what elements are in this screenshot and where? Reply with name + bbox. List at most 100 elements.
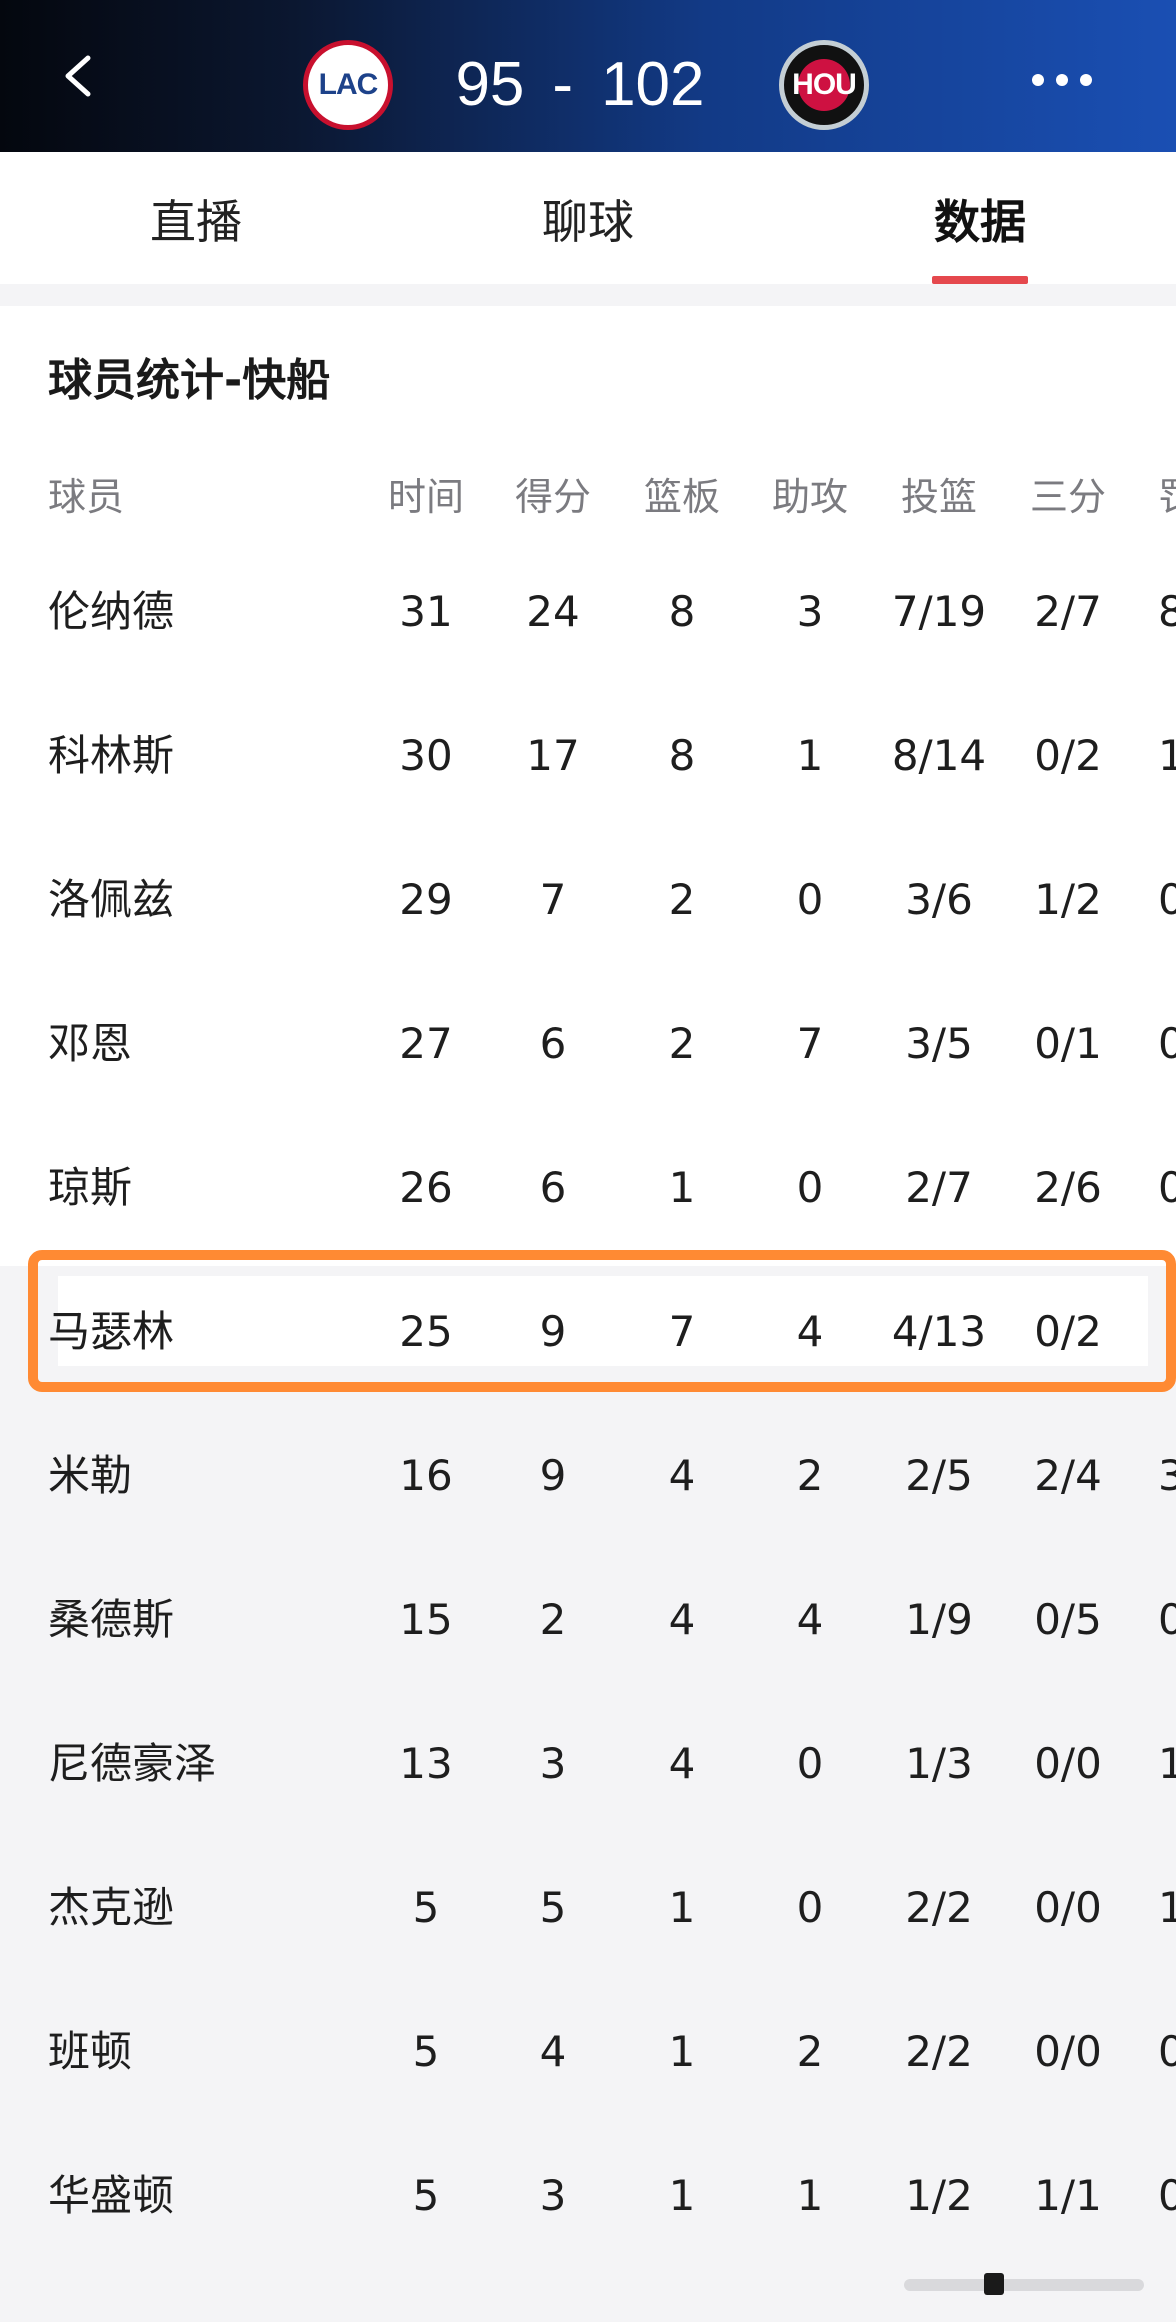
stat-points: 17 — [526, 731, 580, 780]
stat-free-throws: 0 — [1158, 2027, 1176, 2076]
stat-free-throws: 0 — [1158, 1595, 1176, 1644]
stat-field-goals: 2/2 — [905, 2027, 973, 2076]
score-separator: - — [552, 49, 574, 119]
player-name[interactable]: 杰克逊 — [48, 1836, 308, 1980]
table-row[interactable]: 米勒 16 9 4 2 2/5 2/4 3 — [0, 1404, 1176, 1548]
player-name[interactable]: 米勒 — [48, 1404, 308, 1548]
player-name[interactable]: 华盛顿 — [48, 2124, 308, 2268]
stat-minutes: 25 — [399, 1307, 453, 1356]
stat-free-throws: 3 — [1158, 1451, 1176, 1500]
table-row[interactable]: 班顿 5 4 1 2 2/2 0/0 0 — [0, 1980, 1176, 2124]
stat-rebounds: 1 — [668, 2171, 696, 2220]
table-row[interactable]: 科林斯 30 17 8 1 8/14 0/2 1 — [0, 684, 1176, 828]
away-team-abbr: HOU — [792, 68, 857, 101]
stat-minutes: 29 — [399, 875, 453, 924]
stat-rebounds: 1 — [668, 1883, 696, 1932]
stat-points: 6 — [539, 1163, 567, 1212]
stat-three-pointers: 2/4 — [1034, 1451, 1102, 1500]
stat-assists: 7 — [796, 1019, 824, 1068]
stat-field-goals: 8/14 — [891, 731, 987, 780]
player-name[interactable]: 伦纳德 — [48, 540, 308, 684]
scoreboard: 95 - 102 — [430, 44, 730, 124]
table-row[interactable]: 马瑟林 25 9 7 4 4/13 0/2 — [0, 1260, 1176, 1404]
table-row[interactable]: 杰克逊 5 5 1 0 2/2 0/0 1 — [0, 1836, 1176, 1980]
stat-assists: 0 — [796, 1883, 824, 1932]
stat-three-pointers: 0/0 — [1034, 2027, 1102, 2076]
tab-bar: 直播 聊球 数据 — [0, 152, 1176, 284]
stat-assists: 4 — [796, 1307, 824, 1356]
away-team-logo[interactable]: HOU — [779, 40, 869, 130]
stat-minutes: 30 — [399, 731, 453, 780]
stat-minutes: 26 — [399, 1163, 453, 1212]
more-options-icon[interactable] — [1030, 72, 1094, 88]
stat-rebounds: 1 — [668, 2027, 696, 2076]
away-score: 102 — [601, 49, 705, 119]
stat-assists: 0 — [796, 1163, 824, 1212]
stat-field-goals: 2/5 — [905, 1451, 973, 1500]
stat-free-throws: 1 — [1158, 1883, 1176, 1932]
tab-stats[interactable]: 数据 — [860, 186, 1100, 252]
stat-three-pointers: 0/0 — [1034, 1883, 1102, 1932]
table-row[interactable]: 桑德斯 15 2 4 4 1/9 0/5 0 — [0, 1548, 1176, 1692]
back-arrow-icon[interactable] — [58, 54, 102, 98]
section-gap — [0, 284, 1176, 308]
stat-three-pointers: 0/2 — [1034, 1307, 1102, 1356]
stat-rebounds: 1 — [668, 1163, 696, 1212]
stat-rebounds: 4 — [668, 1595, 696, 1644]
stat-rebounds: 8 — [668, 587, 696, 636]
stat-assists: 0 — [796, 1739, 824, 1788]
home-indicator-icon — [904, 2273, 1144, 2295]
stat-minutes: 5 — [412, 2027, 440, 2076]
stat-free-throws: 0 — [1158, 1019, 1176, 1068]
stat-field-goals: 1/3 — [905, 1739, 973, 1788]
stat-rebounds: 2 — [668, 1019, 696, 1068]
stat-three-pointers: 1/1 — [1034, 2171, 1102, 2220]
stat-free-throws: 0 — [1158, 875, 1176, 924]
stat-points: 4 — [539, 2027, 567, 2076]
tab-chat[interactable]: 聊球 — [468, 186, 708, 252]
player-name[interactable]: 邓恩 — [48, 972, 308, 1116]
player-name[interactable]: 琼斯 — [48, 1116, 308, 1260]
stat-points: 3 — [539, 1739, 567, 1788]
stat-field-goals: 2/2 — [905, 1883, 973, 1932]
home-team-logo[interactable]: LAC — [303, 40, 393, 130]
player-name[interactable]: 马瑟林 — [48, 1260, 308, 1404]
stat-assists: 3 — [796, 587, 824, 636]
table-row[interactable]: 邓恩 27 6 2 7 3/5 0/1 0 — [0, 972, 1176, 1116]
stat-points: 5 — [539, 1883, 567, 1932]
tab-live[interactable]: 直播 — [76, 186, 316, 252]
stat-free-throws — [1158, 1260, 1176, 1404]
stat-assists: 0 — [796, 875, 824, 924]
table-row[interactable]: 洛佩兹 29 7 2 0 3/6 1/2 0 — [0, 828, 1176, 972]
game-header: LAC 95 - 102 HOU — [0, 0, 1176, 152]
stat-field-goals: 1/9 — [905, 1595, 973, 1644]
stat-minutes: 5 — [412, 2171, 440, 2220]
stat-three-pointers: 0/1 — [1034, 1019, 1102, 1068]
stat-three-pointers: 0/5 — [1034, 1595, 1102, 1644]
home-score: 95 — [455, 49, 525, 119]
stat-minutes: 27 — [399, 1019, 453, 1068]
stat-rebounds: 4 — [668, 1739, 696, 1788]
table-row[interactable]: 伦纳德 31 24 8 3 7/19 2/7 8 — [0, 540, 1176, 684]
stat-three-pointers: 0/0 — [1034, 1739, 1102, 1788]
player-name[interactable]: 班顿 — [48, 1980, 308, 2124]
table-row[interactable]: 琼斯 26 6 1 0 2/7 2/6 0 — [0, 1116, 1176, 1260]
table-row[interactable]: 华盛顿 5 3 1 1 1/2 1/1 0 — [0, 2124, 1176, 2268]
active-tab-indicator — [932, 276, 1028, 284]
stat-minutes: 5 — [412, 1883, 440, 1932]
stat-minutes: 16 — [399, 1451, 453, 1500]
stat-assists: 1 — [796, 2171, 824, 2220]
stat-three-pointers: 1/2 — [1034, 875, 1102, 924]
stat-field-goals: 2/7 — [905, 1163, 973, 1212]
player-name[interactable]: 洛佩兹 — [48, 828, 308, 972]
table-row[interactable]: 尼德豪泽 13 3 4 0 1/3 0/0 1 — [0, 1692, 1176, 1836]
player-name[interactable]: 科林斯 — [48, 684, 308, 828]
stat-free-throws: 8 — [1158, 587, 1176, 636]
stat-assists: 1 — [796, 731, 824, 780]
stat-points: 6 — [539, 1019, 567, 1068]
stat-rebounds: 2 — [668, 875, 696, 924]
stat-points: 24 — [526, 587, 580, 636]
player-name[interactable]: 尼德豪泽 — [48, 1692, 308, 1836]
stat-points: 2 — [539, 1595, 567, 1644]
player-name[interactable]: 桑德斯 — [48, 1548, 308, 1692]
